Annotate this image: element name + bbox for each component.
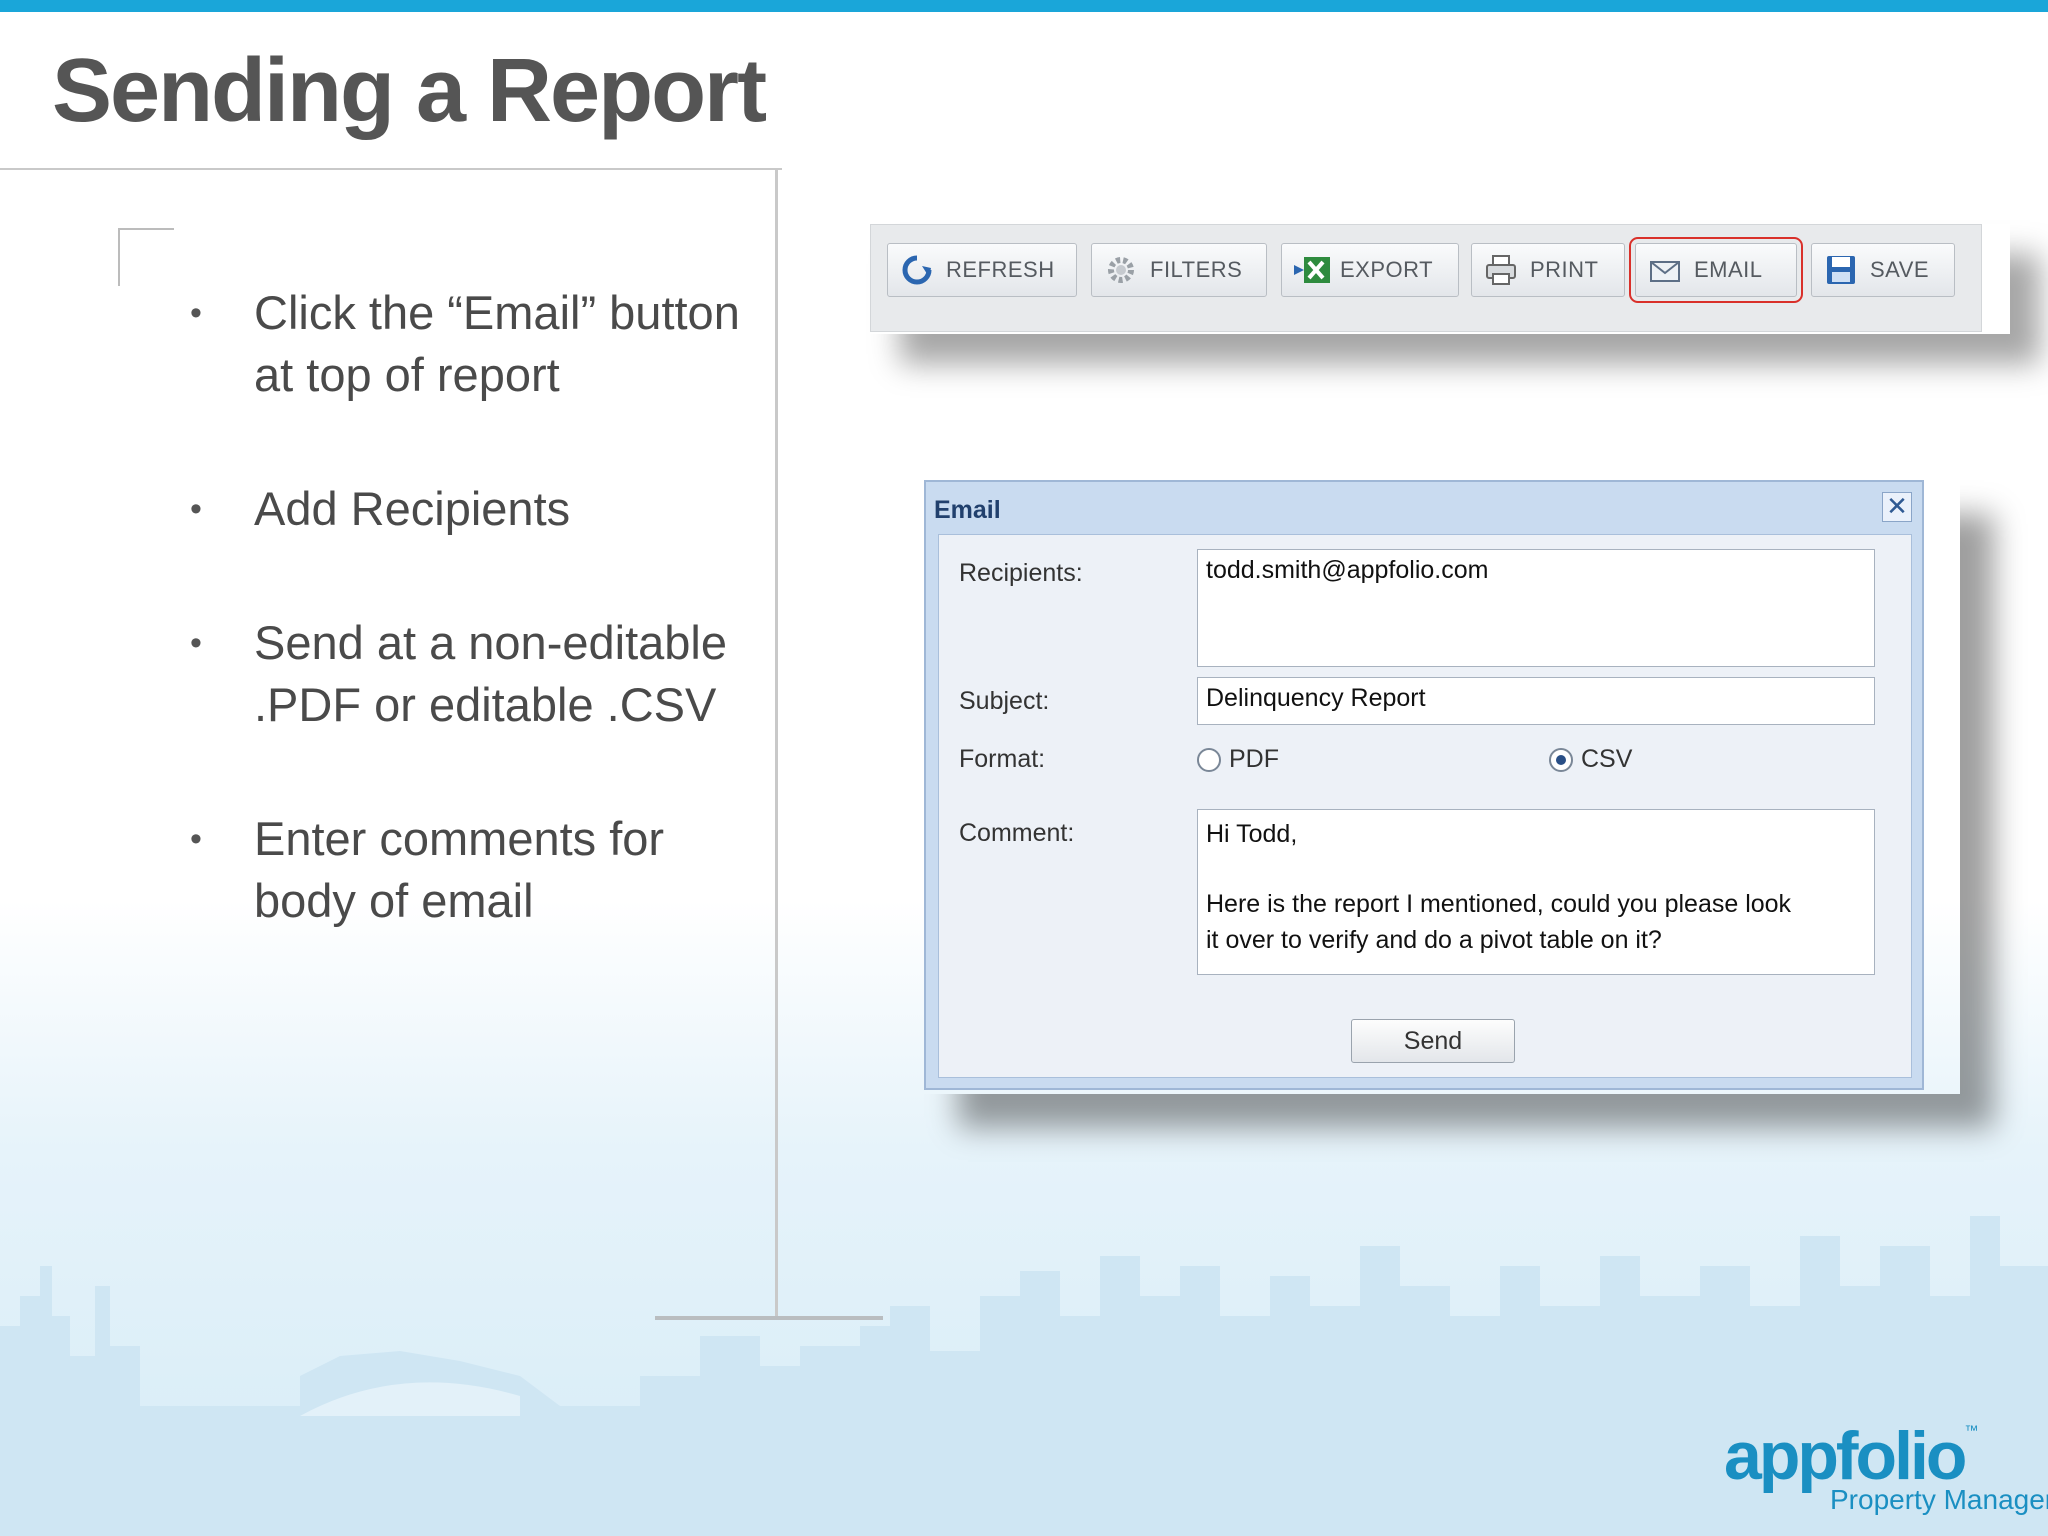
bullet-marker: • bbox=[190, 490, 202, 528]
pdf-option-label: PDF bbox=[1229, 745, 1279, 773]
divider-base bbox=[655, 1316, 883, 1320]
list-item: • Click the “Email” button at top of rep… bbox=[186, 282, 766, 406]
appfolio-logo: appfolio™ Property Manager bbox=[1724, 1422, 2048, 1515]
send-button[interactable]: Send bbox=[1351, 1019, 1515, 1063]
title-underline bbox=[0, 168, 782, 170]
printer-icon bbox=[1484, 253, 1518, 287]
excel-export-icon bbox=[1294, 253, 1330, 287]
list-item: • Add Recipients bbox=[186, 478, 766, 540]
recipients-value: todd.smith@appfolio.com bbox=[1206, 556, 1489, 584]
comment-line: Here is the report I mentioned, could yo… bbox=[1206, 890, 1792, 918]
comment-label: Comment: bbox=[959, 819, 1075, 847]
print-label: PRINT bbox=[1530, 257, 1599, 282]
csv-option-label: CSV bbox=[1581, 745, 1633, 773]
email-label: EMAIL bbox=[1694, 257, 1763, 282]
corner-bracket-decoration bbox=[118, 228, 174, 286]
print-button[interactable]: PRINT bbox=[1471, 243, 1625, 297]
refresh-label: REFRESH bbox=[946, 257, 1055, 282]
report-toolbar: REFRESH FILTERS EXPORT PRINT EMAIL SAVE bbox=[870, 224, 1982, 332]
floppy-disk-icon bbox=[1824, 253, 1858, 287]
report-toolbar-screenshot: REFRESH FILTERS EXPORT PRINT EMAIL SAVE bbox=[870, 224, 2010, 334]
recipients-label: Recipients: bbox=[959, 559, 1083, 587]
export-button[interactable]: EXPORT bbox=[1281, 243, 1459, 297]
format-label: Format: bbox=[959, 745, 1046, 773]
envelope-icon bbox=[1648, 253, 1682, 287]
filters-button[interactable]: FILTERS bbox=[1091, 243, 1267, 297]
slide-title: Sending a Report bbox=[52, 41, 767, 141]
format-csv-radio[interactable]: CSV bbox=[1549, 745, 1632, 774]
bullet-text: Click the “Email” button at top of repor… bbox=[254, 286, 740, 401]
save-button[interactable]: SAVE bbox=[1811, 243, 1955, 297]
instruction-list: • Click the “Email” button at top of rep… bbox=[186, 282, 766, 932]
logo-wordmark: appfolio bbox=[1724, 1418, 1967, 1494]
refresh-icon bbox=[900, 253, 934, 287]
logo-trademark: ™ bbox=[1964, 1422, 1979, 1438]
email-button[interactable]: EMAIL bbox=[1629, 237, 1803, 303]
list-item: • Enter comments for body of email bbox=[186, 808, 766, 932]
bullet-marker: • bbox=[190, 624, 202, 662]
save-label: SAVE bbox=[1870, 257, 1930, 282]
recipients-field[interactable]: todd.smith@appfolio.com bbox=[1197, 549, 1875, 667]
logo-subtext: Property Manager bbox=[1830, 1484, 2048, 1515]
subject-label: Subject: bbox=[959, 687, 1050, 715]
comment-line: it over to verify and do a pivot table o… bbox=[1206, 926, 1662, 954]
comment-spacer bbox=[1206, 852, 1866, 886]
bullet-text: Send at a non-editable .PDF or editable … bbox=[254, 616, 727, 731]
bullet-text: Enter comments for body of email bbox=[254, 812, 665, 927]
comment-line: Hi Todd, bbox=[1206, 820, 1298, 848]
radio-button-checked bbox=[1549, 747, 1573, 772]
format-pdf-radio[interactable]: PDF bbox=[1197, 745, 1279, 774]
comment-field[interactable]: Hi Todd, Here is the report I mentioned,… bbox=[1197, 809, 1875, 975]
export-label: EXPORT bbox=[1340, 257, 1434, 282]
gear-icon bbox=[1104, 253, 1138, 287]
bullet-marker: • bbox=[190, 820, 202, 858]
filters-label: FILTERS bbox=[1150, 257, 1243, 282]
close-icon[interactable]: ✕ bbox=[1882, 492, 1912, 522]
divider-line bbox=[775, 170, 778, 1320]
email-dialog: Email ✕ Recipients: todd.smith@appfolio.… bbox=[924, 480, 1924, 1090]
radio-button-unchecked bbox=[1197, 747, 1221, 772]
refresh-button[interactable]: REFRESH bbox=[887, 243, 1077, 297]
subject-value: Delinquency Report bbox=[1206, 684, 1426, 712]
subject-field[interactable]: Delinquency Report bbox=[1197, 677, 1875, 725]
bullet-marker: • bbox=[190, 294, 202, 332]
email-form: Recipients: todd.smith@appfolio.com Subj… bbox=[938, 534, 1912, 1078]
bullet-text: Add Recipients bbox=[254, 482, 571, 535]
top-accent-bar bbox=[0, 0, 2048, 12]
dialog-title: Email bbox=[934, 496, 1001, 524]
list-item: • Send at a non-editable .PDF or editabl… bbox=[186, 612, 766, 736]
